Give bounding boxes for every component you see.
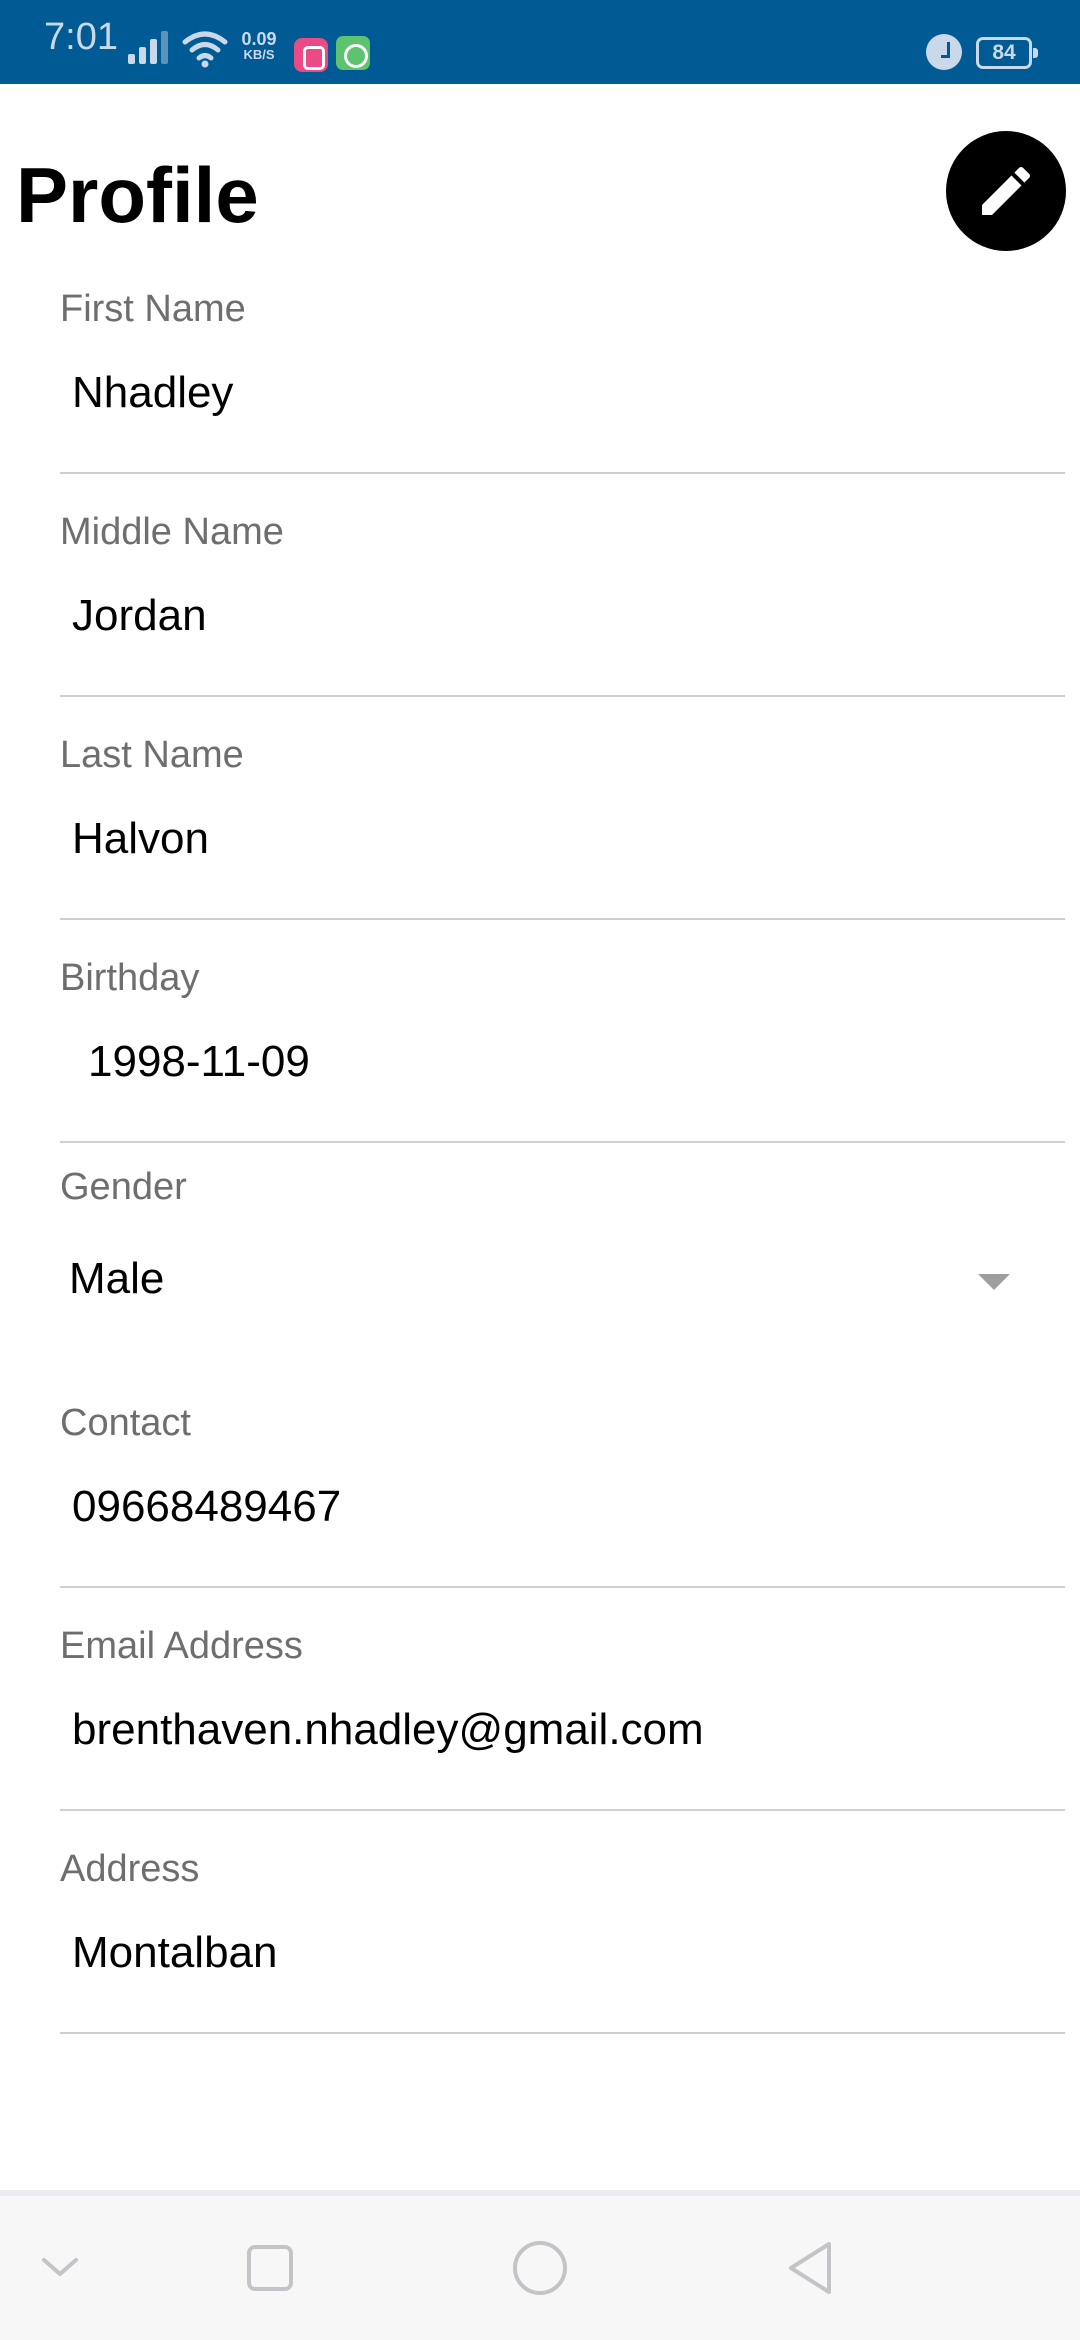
middle-name-label: Middle Name bbox=[60, 511, 284, 553]
triangle-back-icon bbox=[789, 2242, 831, 2294]
network-speed: 0.09 KB/S bbox=[236, 29, 282, 62]
status-time: 7:01 bbox=[44, 16, 118, 58]
field-underline bbox=[60, 695, 1065, 697]
gender-label: Gender bbox=[60, 1166, 187, 1208]
field-underline bbox=[60, 472, 1065, 474]
navigation-bar bbox=[0, 2190, 1080, 2340]
first-name-label: First Name bbox=[60, 288, 246, 330]
contact-label: Contact bbox=[60, 1402, 191, 1444]
address-field[interactable]: Address Montalban bbox=[60, 1848, 1065, 2038]
field-underline bbox=[60, 1141, 1065, 1143]
network-speed-unit: KB/S bbox=[243, 47, 275, 62]
field-underline bbox=[60, 1586, 1065, 1588]
contact-field[interactable]: Contact 09668489467 bbox=[60, 1402, 1065, 1592]
middle-name-value[interactable]: Jordan bbox=[72, 591, 207, 641]
email-field[interactable]: Email Address brenthaven.nhadley@gmail.c… bbox=[60, 1625, 1065, 1815]
home-button[interactable] bbox=[500, 2196, 580, 2340]
first-name-field[interactable]: First Name Nhadley bbox=[60, 288, 1065, 478]
signal-icon bbox=[128, 31, 168, 64]
square-icon bbox=[247, 2245, 293, 2291]
contact-value[interactable]: 09668489467 bbox=[72, 1482, 341, 1532]
alarm-icon bbox=[926, 34, 962, 70]
chevron-down-icon bbox=[42, 2258, 78, 2276]
birthday-value[interactable]: 1998-11-09 bbox=[88, 1037, 310, 1087]
gender-value: Male bbox=[69, 1254, 165, 1303]
back-button[interactable] bbox=[770, 2196, 850, 2340]
field-underline bbox=[60, 2032, 1065, 2034]
chevron-down-icon bbox=[978, 1274, 1010, 1290]
last-name-label: Last Name bbox=[60, 734, 244, 776]
gender-field[interactable]: Gender Male bbox=[60, 1166, 1065, 1346]
birthday-label: Birthday bbox=[60, 957, 200, 999]
field-underline bbox=[60, 918, 1065, 920]
gender-select[interactable]: Male bbox=[60, 1226, 1065, 1336]
address-value[interactable]: Montalban bbox=[72, 1928, 277, 1978]
wifi-icon bbox=[182, 31, 228, 68]
field-underline bbox=[60, 1809, 1065, 1811]
circle-icon bbox=[513, 2241, 567, 2295]
battery-level: 84 bbox=[992, 41, 1016, 64]
page-title: Profile bbox=[16, 151, 259, 239]
battery-icon: 84 bbox=[976, 37, 1038, 69]
last-name-value[interactable]: Halvon bbox=[72, 814, 209, 864]
last-name-field[interactable]: Last Name Halvon bbox=[60, 734, 1065, 924]
pencil-icon bbox=[982, 166, 1031, 215]
app-notification-icon bbox=[336, 36, 370, 70]
middle-name-field[interactable]: Middle Name Jordan bbox=[60, 511, 1065, 701]
status-bar: 7:01 0.09 KB/S 84 bbox=[0, 0, 1080, 84]
recent-apps-button[interactable] bbox=[230, 2196, 310, 2340]
address-label: Address bbox=[60, 1848, 200, 1890]
first-name-value[interactable]: Nhadley bbox=[72, 368, 233, 418]
app-notification-icon bbox=[294, 38, 328, 72]
email-label: Email Address bbox=[60, 1625, 303, 1667]
email-value[interactable]: brenthaven.nhadley@gmail.com bbox=[72, 1705, 704, 1755]
hide-nav-button[interactable] bbox=[20, 2196, 100, 2340]
birthday-field[interactable]: Birthday 1998-11-09 bbox=[60, 957, 1065, 1147]
network-speed-value: 0.09 bbox=[241, 29, 277, 49]
edit-profile-button[interactable] bbox=[946, 131, 1066, 251]
